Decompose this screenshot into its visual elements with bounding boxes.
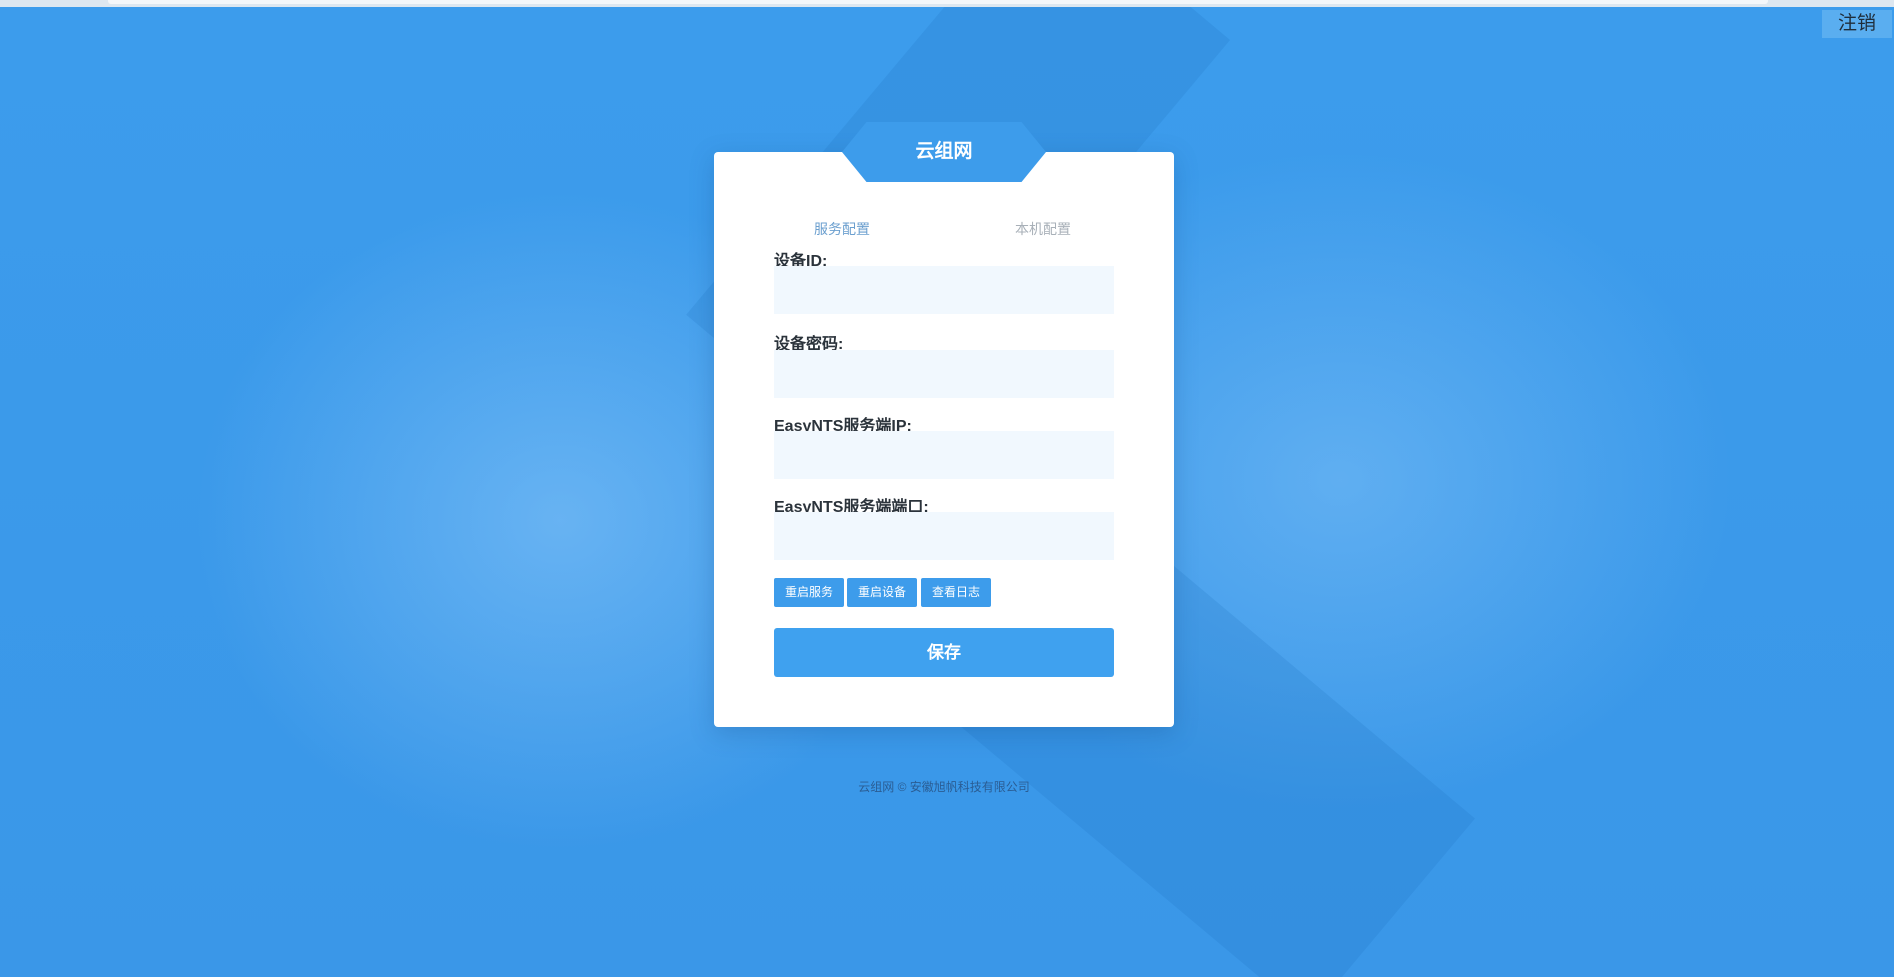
card-title: 云组网 xyxy=(915,141,973,162)
browser-top-bar-inner xyxy=(108,0,1768,4)
browser-top-bar xyxy=(0,0,1894,7)
server-ip-input[interactable] xyxy=(774,431,1114,479)
config-tabs: 服务配置 本机配置 xyxy=(714,218,1174,240)
logout-button[interactable]: 注销 xyxy=(1822,10,1892,38)
save-button[interactable]: 保存 xyxy=(774,628,1114,677)
restart-service-button[interactable]: 重启服务 xyxy=(774,578,844,607)
restart-device-button[interactable]: 重启设备 xyxy=(847,578,917,607)
device-password-input[interactable] xyxy=(774,350,1114,398)
server-port-input[interactable] xyxy=(774,512,1114,560)
tab-service-config[interactable]: 服务配置 xyxy=(814,218,870,240)
footer-copyright: 云组网 © 安徽旭帆科技有限公司 xyxy=(858,780,1030,794)
device-id-input[interactable] xyxy=(774,266,1114,314)
view-log-button[interactable]: 查看日志 xyxy=(921,578,991,607)
tab-local-config[interactable]: 本机配置 xyxy=(1015,218,1071,240)
card-title-ribbon: 云组网 xyxy=(842,122,1046,182)
